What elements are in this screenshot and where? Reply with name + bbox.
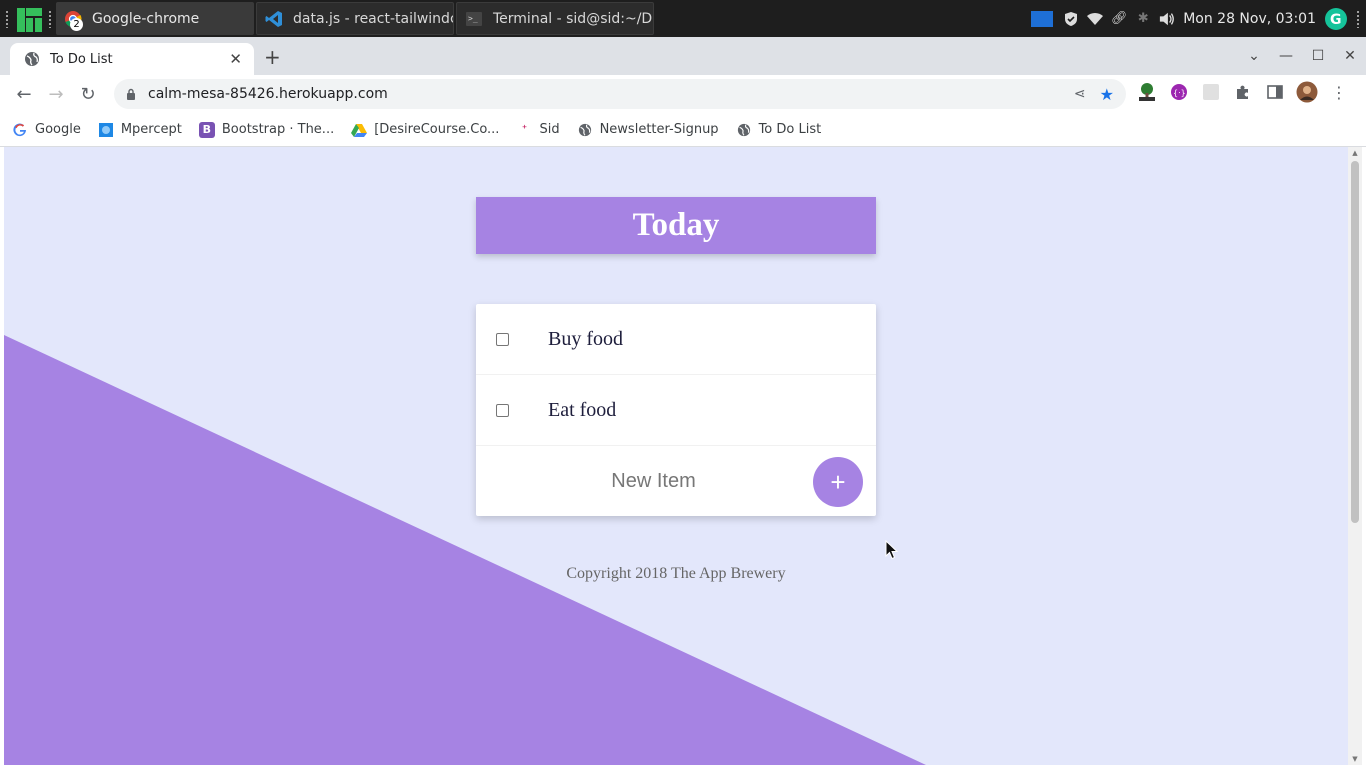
item-checkbox[interactable] xyxy=(496,403,509,417)
grip-handle[interactable] xyxy=(48,9,52,28)
manjaro-menu-icon[interactable] xyxy=(15,5,43,33)
bookmark-newsletter-signup[interactable]: Newsletter-Signup xyxy=(577,122,719,138)
tab-title: To Do List xyxy=(50,51,113,67)
wifi-icon[interactable] xyxy=(1087,11,1104,27)
bookmark-star-icon[interactable]: ★ xyxy=(1100,85,1114,104)
shield-icon[interactable] xyxy=(1063,11,1079,27)
window-controls: ⌄ — ☐ ✕ xyxy=(1238,37,1366,75)
item-text: Eat food xyxy=(548,398,617,421)
address-bar[interactable]: calm-mesa-85426.herokuapp.com ⋖ ★ xyxy=(114,79,1126,109)
chrome-icon: 2 xyxy=(64,10,83,31)
bluetooth-icon[interactable]: ✱ xyxy=(1135,11,1151,27)
item-text: Buy food xyxy=(548,327,623,350)
mpercept-icon xyxy=(98,122,114,138)
forward-icon[interactable]: → xyxy=(40,78,72,110)
bootstrap-icon: B xyxy=(198,121,215,138)
svg-text:G: G xyxy=(1330,12,1342,28)
share-icon[interactable]: ⋖ xyxy=(1074,86,1086,102)
browser-toolbar: ← → ↻ calm-mesa-85426.herokuapp.com ⋖ ★ … xyxy=(0,75,1366,113)
heading-box: Today xyxy=(476,197,876,254)
browser-window: To Do List ✕ + ⌄ — ☐ ✕ ← → ↻ calm-mesa-8… xyxy=(0,37,1366,768)
footer-copyright: Copyright 2018 The App Brewery xyxy=(566,565,786,582)
tab-to-do-list[interactable]: To Do List ✕ xyxy=(10,43,254,75)
svg-text:>_: >_ xyxy=(468,14,478,23)
globe-icon xyxy=(577,122,593,138)
puzzle-extensions-icon[interactable] xyxy=(1232,81,1254,103)
scroll-down-icon[interactable]: ▼ xyxy=(1351,755,1359,763)
list-item: Buy food xyxy=(476,304,876,375)
bookmark-label: Bootstrap · The... xyxy=(221,122,335,137)
bookmark-label: To Do List xyxy=(758,122,822,137)
extensions-area: {·} ⋮ xyxy=(1136,81,1350,103)
maximize-icon[interactable]: ☐ xyxy=(1302,48,1334,64)
task-terminal[interactable]: >_ Terminal - sid@sid:~/Desk... xyxy=(456,2,654,35)
minimize-icon[interactable]: — xyxy=(1270,48,1302,64)
mouse-cursor-icon xyxy=(885,540,899,560)
bookmark-to-do-list[interactable]: To Do List xyxy=(736,122,822,138)
task-google-chrome[interactable]: 2 Google-chrome xyxy=(56,2,254,35)
bookmark-label: Sid xyxy=(539,122,560,137)
bookmark-label: Mpercept xyxy=(120,122,182,137)
grip-handle[interactable] xyxy=(1356,9,1360,28)
volume-icon[interactable] xyxy=(1159,11,1175,27)
bookmark-desirecourse[interactable]: [DesireCourse.Co... xyxy=(351,122,499,138)
task-label: Google-chrome xyxy=(92,10,200,27)
close-icon[interactable]: ✕ xyxy=(229,50,242,68)
html-tree-extension-icon[interactable] xyxy=(1136,81,1158,103)
bookmarks-bar: Google Mpercept B Bootstrap · The... [De… xyxy=(0,113,1366,147)
sparkle-icon: ⁺ xyxy=(521,124,528,135)
todo-card: Buy food Eat food New Item + xyxy=(476,304,876,516)
scroll-up-icon[interactable]: ▲ xyxy=(1351,149,1359,157)
grammarly-icon[interactable]: G xyxy=(1324,7,1348,31)
bookmark-mpercept[interactable]: Mpercept xyxy=(98,122,182,138)
bookmark-sid[interactable]: ⁺ Sid xyxy=(516,122,560,138)
list-item: Eat food xyxy=(476,375,876,446)
bookmark-label: [DesireCourse.Co... xyxy=(374,122,500,137)
back-icon[interactable]: ← xyxy=(8,78,40,110)
globe-icon xyxy=(24,51,40,67)
reload-icon[interactable]: ↻ xyxy=(72,78,104,110)
scrollbar-thumb[interactable] xyxy=(1351,161,1359,523)
clock[interactable]: Mon 28 Nov, 03:01 xyxy=(1183,11,1316,27)
task-label: data.js - react-tailwindcss-... xyxy=(293,10,454,27)
bookmark-google[interactable]: Google xyxy=(12,122,81,138)
avatar[interactable] xyxy=(1296,81,1318,103)
task-badge: 2 xyxy=(70,17,83,31)
bookmark-label: Newsletter-Signup xyxy=(599,122,719,137)
google-icon xyxy=(12,122,28,138)
grip-handle[interactable] xyxy=(5,9,9,28)
side-panel-icon[interactable] xyxy=(1264,81,1286,103)
bookmark-label: Google xyxy=(35,122,81,137)
system-tray: 🔗︎ ✱ Mon 28 Nov, 03:01 G xyxy=(1029,7,1366,31)
terminal-icon: >_ xyxy=(465,10,483,28)
bookmark-bootstrap[interactable]: B Bootstrap · The... xyxy=(198,121,335,138)
scrollbar[interactable]: ▲ ▼ xyxy=(1348,147,1362,765)
add-item-button[interactable]: + xyxy=(813,457,863,507)
tab-strip: To Do List ✕ + ⌄ — ☐ ✕ xyxy=(0,37,1366,75)
code-extension-icon[interactable]: {·} xyxy=(1168,81,1190,103)
page-viewport: Today Buy food Eat food New Item + Copyr… xyxy=(4,147,1348,765)
close-window-icon[interactable]: ✕ xyxy=(1334,48,1366,64)
task-label: Terminal - sid@sid:~/Desk... xyxy=(493,10,653,27)
drive-icon xyxy=(351,122,368,138)
page-title: Today xyxy=(632,207,720,243)
svg-text:{·}: {·} xyxy=(1173,89,1186,98)
new-item-input[interactable]: New Item xyxy=(516,466,791,496)
tab-search-icon[interactable]: ⌄ xyxy=(1238,48,1270,64)
new-tab-icon[interactable]: + xyxy=(264,47,281,67)
vscode-icon xyxy=(265,10,283,28)
grid-extension-icon[interactable] xyxy=(1200,81,1222,103)
menu-kebab-icon[interactable]: ⋮ xyxy=(1328,81,1350,103)
globe-icon xyxy=(736,122,752,138)
system-taskbar: 2 Google-chrome data.js - react-tailwind… xyxy=(0,0,1366,37)
lock-icon[interactable] xyxy=(126,88,136,100)
item-checkbox[interactable] xyxy=(496,332,509,346)
new-item-row: New Item + xyxy=(476,446,876,516)
paperclip-icon[interactable]: 🔗︎ xyxy=(1111,11,1128,27)
display-icon[interactable] xyxy=(1029,10,1055,27)
url-text[interactable]: calm-mesa-85426.herokuapp.com xyxy=(148,86,388,102)
task-vscode[interactable]: data.js - react-tailwindcss-... xyxy=(256,2,454,35)
